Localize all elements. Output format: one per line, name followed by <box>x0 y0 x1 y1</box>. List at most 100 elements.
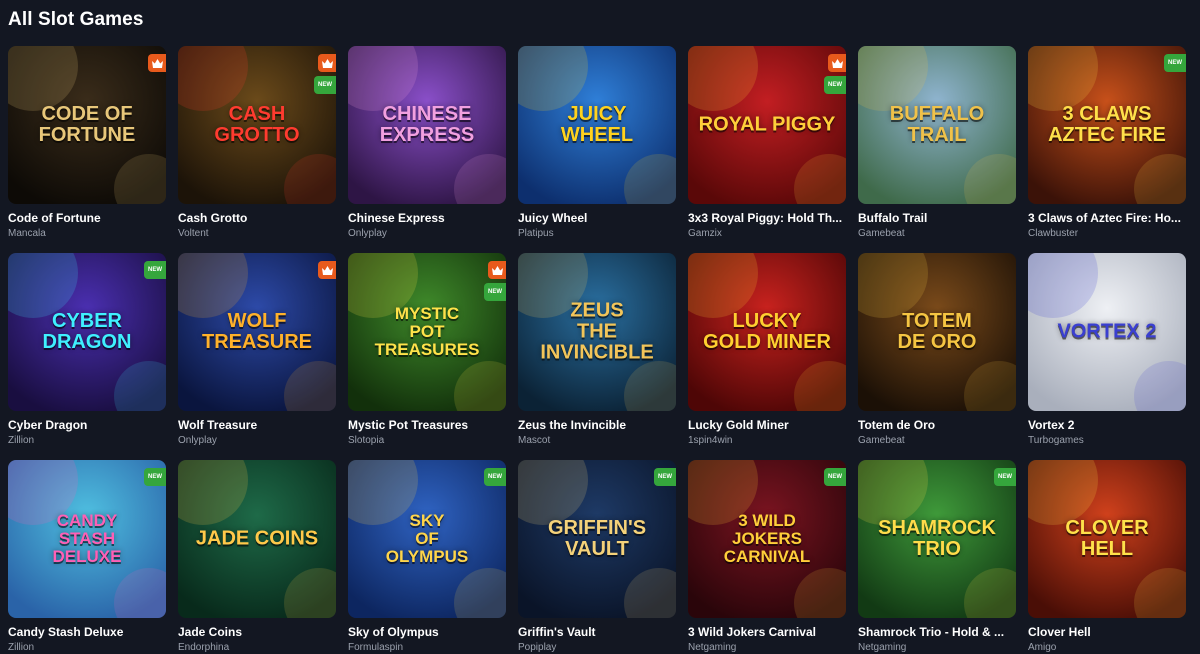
game-thumbnail[interactable]: TOTEM DE ORO <box>858 253 1016 411</box>
badges: NEW <box>994 468 1016 486</box>
game-thumbnail[interactable]: JADE COINS <box>178 460 336 618</box>
game-thumbnail[interactable]: BUFFALO TRAIL <box>858 46 1016 204</box>
game-card-juicy-wheel[interactable]: JUICY WHEEL Juicy Wheel Platipus <box>518 46 676 239</box>
game-card-sky-of-olympus[interactable]: SKY OF OLYMPUS NEW Sky of Olympus Formul… <box>348 460 506 653</box>
badges <box>148 54 166 72</box>
game-provider: Slotopia <box>348 435 385 446</box>
art-decoration <box>1028 46 1098 111</box>
game-card-chinese-express[interactable]: CHINESE EXPRESS Chinese Express Onlyplay <box>348 46 506 239</box>
game-thumbnail[interactable]: CYBER DRAGON NEW <box>8 253 166 411</box>
game-art-title: VORTEX 2 <box>1057 320 1157 343</box>
game-art-title: ROYAL PIGGY <box>698 113 836 136</box>
art-decoration <box>178 460 248 525</box>
game-name[interactable]: Shamrock Trio - Hold & ... <box>858 625 1016 639</box>
game-thumbnail[interactable]: 3 CLAWS AZTEC FIRE NEW <box>1028 46 1186 204</box>
game-name[interactable]: Clover Hell <box>1028 625 1186 639</box>
game-art-title: LUCKY GOLD MINER <box>703 310 831 353</box>
game-provider: Turbogames <box>1028 435 1084 446</box>
game-card-3x3-royal-piggy-hold-th[interactable]: ROYAL PIGGY NEW 3x3 Royal Piggy: Hold Th… <box>688 46 846 239</box>
game-provider: Endorphina <box>178 642 230 653</box>
badges: NEW <box>144 261 166 279</box>
game-thumbnail[interactable]: JUICY WHEEL <box>518 46 676 204</box>
game-name[interactable]: Buffalo Trail <box>858 211 1016 225</box>
game-name[interactable]: Candy Stash Deluxe <box>8 625 166 639</box>
game-name[interactable]: Zeus the Invincible <box>518 418 676 432</box>
game-name[interactable]: Mystic Pot Treasures <box>348 418 506 432</box>
art-decoration <box>624 568 676 618</box>
game-name[interactable]: Cyber Dragon <box>8 418 166 432</box>
game-name[interactable]: Vortex 2 <box>1028 418 1186 432</box>
game-provider: Zillion <box>8 435 35 446</box>
new-badge: NEW <box>484 468 506 486</box>
game-card-shamrock-trio-hold[interactable]: SHAMROCK TRIO NEW Shamrock Trio - Hold &… <box>858 460 1016 653</box>
game-art-title: 3 CLAWS AZTEC FIRE <box>1048 103 1166 146</box>
game-thumbnail[interactable]: LUCKY GOLD MINER <box>688 253 846 411</box>
game-card-griffin-s-vault[interactable]: GRIFFIN'S VAULT NEW Griffin's Vault Popi… <box>518 460 676 653</box>
game-card-code-of-fortune[interactable]: CODE OF FORTUNE Code of Fortune Mancala <box>8 46 166 239</box>
game-name[interactable]: Cash Grotto <box>178 211 336 225</box>
game-card-lucky-gold-miner[interactable]: LUCKY GOLD MINER Lucky Gold Miner 1spin4… <box>688 253 846 446</box>
art-decoration <box>858 253 928 318</box>
game-thumbnail[interactable]: 3 WILD JOKERS CARNIVAL NEW <box>688 460 846 618</box>
game-art-title: CLOVER HELL <box>1065 517 1149 560</box>
game-card-clover-hell[interactable]: CLOVER HELL Clover Hell Amigo <box>1028 460 1186 653</box>
badges: NEW <box>484 261 506 301</box>
game-card-mystic-pot-treasures[interactable]: MYSTIC POT TREASURES NEW Mystic Pot Trea… <box>348 253 506 446</box>
game-card-zeus-the-invincible[interactable]: ZEUS THE INVINCIBLE Zeus the Invincible … <box>518 253 676 446</box>
game-thumbnail[interactable]: CANDY STASH DELUXE NEW <box>8 460 166 618</box>
game-thumbnail[interactable]: CLOVER HELL <box>1028 460 1186 618</box>
game-provider: Gamebeat <box>858 435 905 446</box>
new-badge: NEW <box>144 261 166 279</box>
game-card-cash-grotto[interactable]: CASH GROTTO NEW Cash Grotto Voltent <box>178 46 336 239</box>
game-provider: Popiplay <box>518 642 557 653</box>
art-decoration <box>454 361 506 411</box>
game-name[interactable]: Code of Fortune <box>8 211 166 225</box>
game-card-3-claws-of-aztec-fire-ho[interactable]: 3 CLAWS AZTEC FIRE NEW 3 Claws of Aztec … <box>1028 46 1186 239</box>
game-thumbnail[interactable]: SHAMROCK TRIO NEW <box>858 460 1016 618</box>
game-name[interactable]: Wolf Treasure <box>178 418 336 432</box>
crown-icon <box>828 54 846 72</box>
crown-icon <box>318 261 336 279</box>
game-thumbnail[interactable]: WOLF TREASURE <box>178 253 336 411</box>
game-card-3-wild-jokers-carnival[interactable]: 3 WILD JOKERS CARNIVAL NEW 3 Wild Jokers… <box>688 460 846 653</box>
art-decoration <box>964 361 1016 411</box>
game-name[interactable]: Juicy Wheel <box>518 211 676 225</box>
game-thumbnail[interactable]: ZEUS THE INVINCIBLE <box>518 253 676 411</box>
game-name[interactable]: Chinese Express <box>348 211 506 225</box>
game-card-jade-coins[interactable]: JADE COINS Jade Coins Endorphina <box>178 460 336 653</box>
game-art-title: BUFFALO TRAIL <box>889 103 985 146</box>
game-thumbnail[interactable]: ROYAL PIGGY NEW <box>688 46 846 204</box>
game-name[interactable]: 3 Wild Jokers Carnival <box>688 625 846 639</box>
game-thumbnail[interactable]: CHINESE EXPRESS <box>348 46 506 204</box>
game-thumbnail[interactable]: VORTEX 2 <box>1028 253 1186 411</box>
game-art-title: CHINESE EXPRESS <box>379 103 475 146</box>
art-decoration <box>284 568 336 618</box>
game-thumbnail[interactable]: CODE OF FORTUNE <box>8 46 166 204</box>
art-decoration <box>858 460 928 525</box>
game-card-totem-de-oro[interactable]: TOTEM DE ORO Totem de Oro Gamebeat <box>858 253 1016 446</box>
game-thumbnail[interactable]: SKY OF OLYMPUS NEW <box>348 460 506 618</box>
new-badge: NEW <box>1164 54 1186 72</box>
art-decoration <box>964 154 1016 204</box>
game-name[interactable]: Totem de Oro <box>858 418 1016 432</box>
game-card-buffalo-trail[interactable]: BUFFALO TRAIL Buffalo Trail Gamebeat <box>858 46 1016 239</box>
game-thumbnail[interactable]: CASH GROTTO NEW <box>178 46 336 204</box>
game-name[interactable]: Griffin's Vault <box>518 625 676 639</box>
crown-icon <box>488 261 506 279</box>
game-provider: Gamebeat <box>858 228 905 239</box>
game-name[interactable]: 3 Claws of Aztec Fire: Ho... <box>1028 211 1186 225</box>
game-card-vortex-2[interactable]: VORTEX 2 Vortex 2 Turbogames <box>1028 253 1186 446</box>
badges <box>318 261 336 279</box>
game-card-candy-stash-deluxe[interactable]: CANDY STASH DELUXE NEW Candy Stash Delux… <box>8 460 166 653</box>
art-decoration <box>624 154 676 204</box>
game-name[interactable]: Sky of Olympus <box>348 625 506 639</box>
game-name[interactable]: Jade Coins <box>178 625 336 639</box>
art-decoration <box>114 568 166 618</box>
game-thumbnail[interactable]: MYSTIC POT TREASURES NEW <box>348 253 506 411</box>
game-name[interactable]: 3x3 Royal Piggy: Hold Th... <box>688 211 846 225</box>
game-card-cyber-dragon[interactable]: CYBER DRAGON NEW Cyber Dragon Zillion <box>8 253 166 446</box>
game-name[interactable]: Lucky Gold Miner <box>688 418 846 432</box>
game-card-wolf-treasure[interactable]: WOLF TREASURE Wolf Treasure Onlyplay <box>178 253 336 446</box>
game-art-title: CASH GROTTO <box>214 103 300 146</box>
game-thumbnail[interactable]: GRIFFIN'S VAULT NEW <box>518 460 676 618</box>
